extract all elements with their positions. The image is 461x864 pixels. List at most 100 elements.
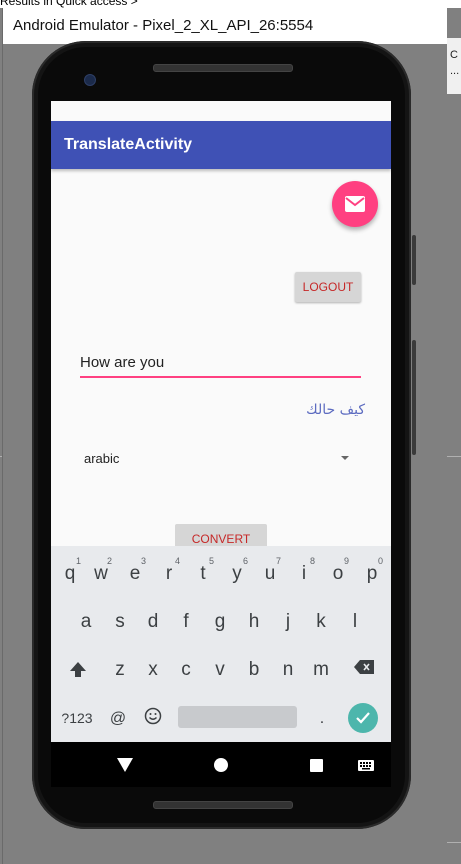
key-label: x <box>148 659 158 680</box>
key-hint: 8 <box>309 556 315 566</box>
enter-key[interactable] <box>348 703 378 733</box>
emoji-icon <box>144 707 162 725</box>
key-label: m <box>313 659 329 680</box>
key-label: w <box>94 563 108 584</box>
key-hint: 0 <box>377 556 383 566</box>
key-label: g <box>214 611 226 632</box>
key-label: q <box>64 563 76 584</box>
key-m[interactable]: m <box>312 659 330 681</box>
key-e[interactable]: e3 <box>126 556 146 585</box>
logout-button[interactable]: LOGOUT <box>295 272 361 302</box>
key-label: b <box>248 659 260 680</box>
front-camera <box>84 74 96 86</box>
background-panel-line2: ... <box>450 65 460 77</box>
key-i[interactable]: i8 <box>295 556 315 585</box>
key-hint: 5 <box>208 556 214 566</box>
bottom-speaker <box>153 801 293 809</box>
key-label: c <box>181 659 191 680</box>
spacebar-key[interactable] <box>178 706 297 728</box>
symbols-key[interactable]: ?123 <box>59 710 95 726</box>
key-p[interactable]: p0 <box>363 556 383 585</box>
key-label: z <box>115 659 125 680</box>
key-a[interactable]: a <box>77 611 95 633</box>
soft-keyboard: q1 w2 e3 r4 t5 y6 u7 i8 o9 p0 a s d f g … <box>51 546 391 742</box>
backspace-key[interactable] <box>353 660 375 678</box>
back-icon[interactable] <box>117 758 133 772</box>
dropdown-arrow-icon[interactable] <box>341 456 349 460</box>
key-hint: 1 <box>75 556 81 566</box>
key-w[interactable]: w2 <box>92 556 112 585</box>
phone-screen: TranslateActivity LOGOUT How are you كيف… <box>51 101 391 787</box>
key-label: r <box>165 563 173 584</box>
key-c[interactable]: c <box>177 659 195 681</box>
shift-arrow-icon <box>70 662 86 677</box>
key-hint: 2 <box>106 556 112 566</box>
key-label: d <box>147 611 159 632</box>
key-label: k <box>316 611 326 632</box>
key-label: h <box>248 611 260 632</box>
key-hint: 7 <box>275 556 281 566</box>
keyboard-switch-icon[interactable] <box>358 760 374 771</box>
emoji-key[interactable] <box>143 707 163 727</box>
text-input-underline <box>80 376 361 378</box>
key-label: u <box>264 563 276 584</box>
divider <box>446 842 461 843</box>
at-key[interactable]: @ <box>109 710 127 728</box>
navigation-bar <box>51 742 391 787</box>
key-n[interactable]: n <box>279 659 297 681</box>
top-speaker <box>153 64 293 72</box>
key-hint: 4 <box>174 556 180 566</box>
key-l[interactable]: l <box>346 611 364 633</box>
key-t[interactable]: t5 <box>194 556 214 585</box>
key-label: v <box>215 659 225 680</box>
key-d[interactable]: d <box>144 611 162 633</box>
key-f[interactable]: f <box>177 611 195 633</box>
shift-key[interactable] <box>67 658 89 680</box>
key-s[interactable]: s <box>111 611 129 633</box>
key-label: p <box>366 563 378 584</box>
text-input[interactable]: How are you <box>80 354 164 371</box>
window-title: Android Emulator - Pixel_2_XL_API_26:555… <box>13 17 314 34</box>
key-o[interactable]: o9 <box>329 556 349 585</box>
key-label: n <box>282 659 294 680</box>
divider <box>446 456 461 457</box>
translated-text: كيف حالك <box>306 402 365 418</box>
language-spinner[interactable]: arabic <box>84 451 119 466</box>
app-bar: TranslateActivity <box>51 121 391 169</box>
window-titlebar[interactable]: Android Emulator - Pixel_2_XL_API_26:555… <box>3 8 447 44</box>
volume-button[interactable] <box>412 340 416 455</box>
key-q[interactable]: q1 <box>61 556 81 585</box>
key-label: f <box>183 611 189 632</box>
key-r[interactable]: r4 <box>160 556 180 585</box>
key-label: t <box>200 563 206 584</box>
background-panel-text: C ... <box>450 44 459 82</box>
key-h[interactable]: h <box>245 611 263 633</box>
home-icon[interactable] <box>214 758 228 772</box>
period-key[interactable]: . <box>313 710 331 728</box>
key-label: j <box>285 611 291 632</box>
key-v[interactable]: v <box>211 659 229 681</box>
email-fab-button[interactable] <box>332 181 378 227</box>
key-label: y <box>232 563 242 584</box>
status-bar <box>51 101 391 121</box>
backspace-icon <box>354 660 374 674</box>
key-z[interactable]: z <box>111 659 129 681</box>
key-u[interactable]: u7 <box>261 556 281 585</box>
power-button[interactable] <box>412 235 416 285</box>
mail-icon <box>345 196 365 212</box>
key-label: e <box>129 563 141 584</box>
key-k[interactable]: k <box>312 611 330 633</box>
recents-icon[interactable] <box>310 759 323 772</box>
key-b[interactable]: b <box>245 659 263 681</box>
key-y[interactable]: y6 <box>228 556 248 585</box>
key-j[interactable]: j <box>279 611 297 633</box>
key-g[interactable]: g <box>211 611 229 633</box>
app-title: TranslateActivity <box>64 136 193 153</box>
key-label: o <box>332 563 344 584</box>
key-hint: 9 <box>343 556 349 566</box>
key-label: s <box>115 611 125 632</box>
quick-access-text: Results in Quick access > <box>0 0 138 8</box>
key-x[interactable]: x <box>144 659 162 681</box>
key-label: i <box>301 563 307 584</box>
key-hint: 6 <box>242 556 248 566</box>
